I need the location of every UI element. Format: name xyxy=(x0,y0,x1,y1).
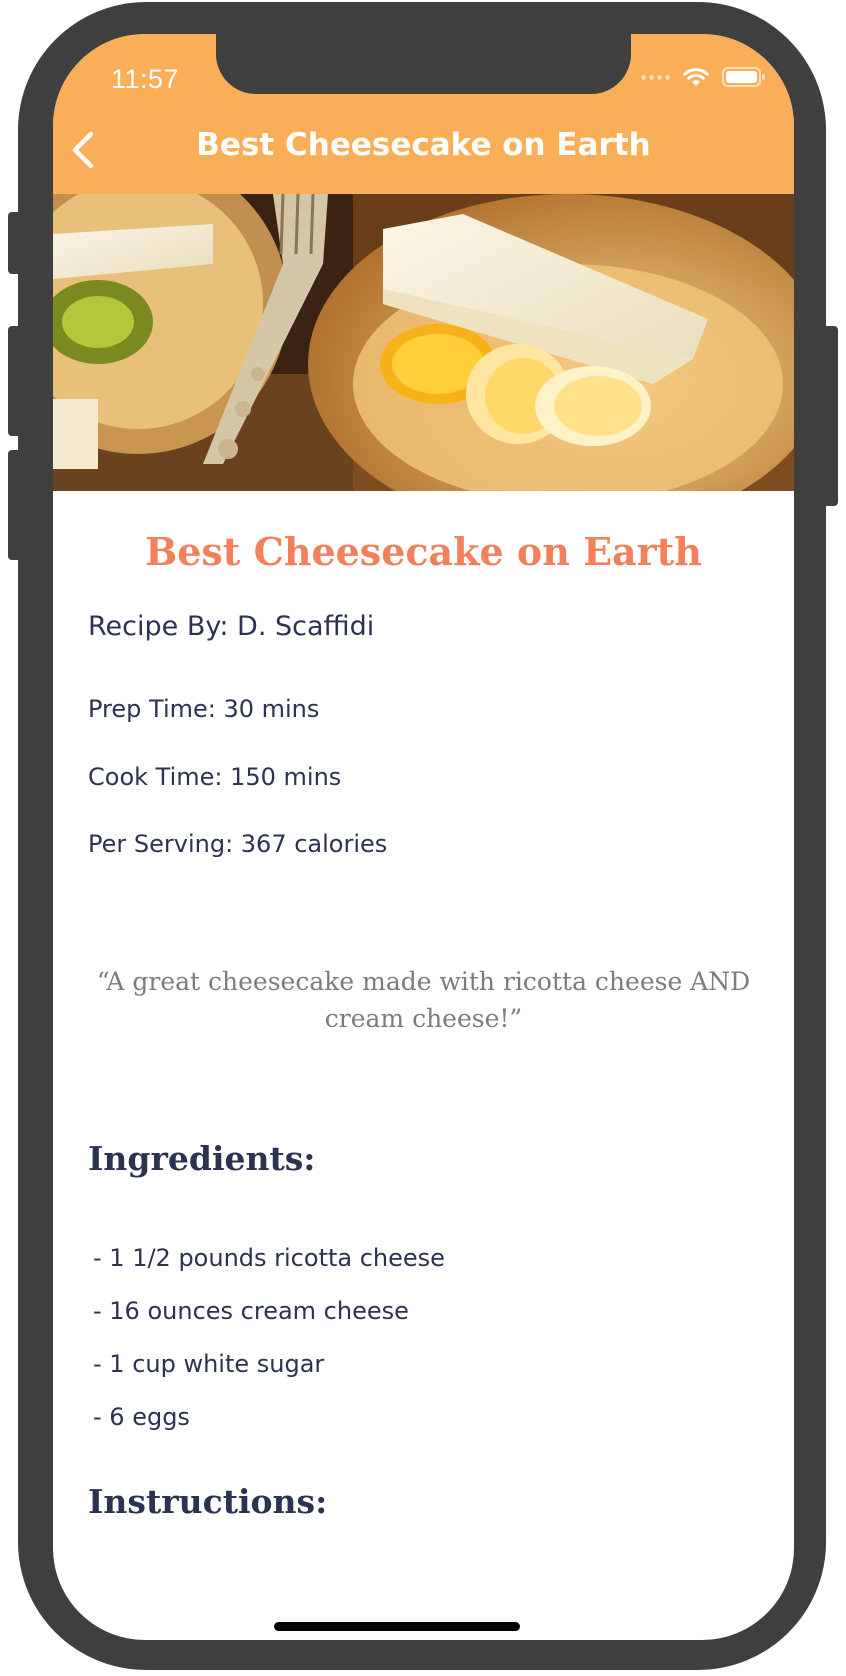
ingredients-heading: Ingredients: xyxy=(88,1139,316,1178)
cellular-signal-icon xyxy=(641,74,670,80)
wifi-icon xyxy=(683,68,709,86)
ingredient-item: - 16 ounces cream cheese xyxy=(93,1297,409,1325)
notch xyxy=(216,34,631,94)
ingredient-item: - 1 cup white sugar xyxy=(93,1350,325,1378)
status-icons xyxy=(641,66,766,88)
prep-time: Prep Time: 30 mins xyxy=(88,695,320,723)
per-serving-calories: Per Serving: 367 calories xyxy=(88,830,388,858)
ingredient-list: - 1 1/2 pounds ricotta cheese - 16 ounce… xyxy=(93,1243,445,1455)
cheesecake-photo xyxy=(53,194,794,491)
recipe-author: Recipe By: D. Scaffidi xyxy=(88,611,375,642)
instructions-heading: Instructions: xyxy=(88,1482,328,1521)
recipe-title: Best Cheesecake on Earth xyxy=(145,529,702,574)
battery-icon xyxy=(722,67,765,87)
screen: 11:57 Best Cheesecake on Earth Best Chee… xyxy=(53,34,794,1640)
home-indicator[interactable] xyxy=(274,1622,520,1631)
nav-header: 11:57 Best Cheesecake on Earth xyxy=(53,34,794,194)
ingredient-item: - 1 1/2 pounds ricotta cheese xyxy=(93,1244,445,1272)
nav-title: Best Cheesecake on Earth xyxy=(196,127,651,163)
cook-time: Cook Time: 150 mins xyxy=(88,763,342,791)
status-time: 11:57 xyxy=(111,64,180,94)
recipe-quote: “A great cheesecake made with ricotta ch… xyxy=(96,967,751,1033)
ingredient-item: - 6 eggs xyxy=(93,1403,190,1431)
recipe-hero-image xyxy=(53,194,794,491)
